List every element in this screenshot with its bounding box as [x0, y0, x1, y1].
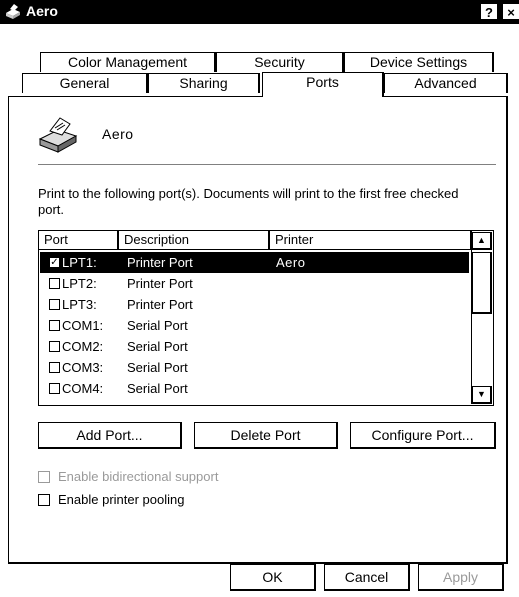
printer-icon	[6, 4, 20, 19]
bidirectional-label: Enable bidirectional support	[58, 469, 219, 484]
port-description: Serial Port	[127, 360, 188, 375]
table-row[interactable]: LPT2: Printer Port	[40, 273, 469, 294]
port-name: LPT2:	[62, 276, 97, 291]
port-checkbox[interactable]	[49, 278, 60, 289]
printer-large-icon	[38, 117, 78, 153]
table-row[interactable]: COM3: Serial Port	[40, 357, 469, 378]
port-description: Printer Port	[127, 255, 193, 270]
column-header-printer[interactable]: Printer	[270, 231, 472, 250]
table-row[interactable]: COM4: Serial Port	[40, 378, 469, 399]
port-name: COM2:	[62, 339, 104, 354]
title-bar[interactable]: Aero ? ×	[0, 0, 519, 24]
port-description: Printer Port	[127, 297, 193, 312]
delete-port-button[interactable]: Delete Port	[194, 422, 338, 449]
vertical-scrollbar[interactable]: ▲ ▼	[471, 232, 492, 404]
port-name: COM3:	[62, 360, 104, 375]
port-checkbox[interactable]	[49, 341, 60, 352]
port-description: Serial Port	[127, 339, 188, 354]
port-checkbox[interactable]	[49, 383, 60, 394]
scroll-up-button[interactable]: ▲	[472, 232, 492, 250]
help-button[interactable]: ?	[480, 3, 498, 20]
table-row[interactable]: ✓ LPT1: Printer Port Aero	[40, 252, 469, 273]
close-button[interactable]: ×	[502, 3, 519, 20]
port-description: Serial Port	[127, 318, 188, 333]
bidirectional-checkbox[interactable]	[38, 471, 50, 483]
ports-description: Print to the following port(s). Document…	[38, 186, 459, 217]
port-checkbox[interactable]	[49, 299, 60, 310]
configure-port-button[interactable]: Configure Port...	[350, 422, 496, 449]
port-description: Serial Port	[127, 381, 188, 396]
port-description: Printer Port	[127, 276, 193, 291]
scroll-down-button[interactable]: ▼	[472, 386, 492, 404]
port-printer: Aero	[276, 255, 306, 270]
scroll-thumb[interactable]	[472, 252, 492, 314]
window-title: Aero	[26, 3, 58, 19]
column-header-description[interactable]: Description	[119, 231, 270, 250]
column-header-port[interactable]: Port	[39, 231, 119, 250]
port-name: COM4:	[62, 381, 104, 396]
tab-sharing[interactable]: Sharing	[148, 73, 260, 93]
printer-pooling-label: Enable printer pooling	[58, 492, 185, 507]
printer-pooling-checkbox[interactable]	[38, 494, 50, 506]
apply-button[interactable]: Apply	[418, 564, 504, 591]
port-name: COM1:	[62, 318, 104, 333]
port-checkbox[interactable]: ✓	[49, 257, 60, 268]
table-row[interactable]: LPT3: Printer Port	[40, 294, 469, 315]
active-tab-gap	[263, 96, 382, 97]
separator	[38, 164, 496, 165]
table-row[interactable]: COM2: Serial Port	[40, 336, 469, 357]
tab-color-management[interactable]: Color Management	[40, 52, 216, 72]
table-row[interactable]: COM1: Serial Port	[40, 315, 469, 336]
tab-advanced[interactable]: Advanced	[384, 73, 508, 93]
add-port-button[interactable]: Add Port...	[38, 422, 182, 449]
tab-general[interactable]: General	[22, 73, 148, 93]
port-name: LPT1:	[62, 255, 97, 270]
printer-name: Aero	[102, 126, 134, 142]
tab-ports[interactable]: Ports	[262, 72, 384, 97]
port-checkbox[interactable]	[49, 320, 60, 331]
tab-security[interactable]: Security	[216, 52, 344, 72]
port-checkbox[interactable]	[49, 362, 60, 373]
cancel-button[interactable]: Cancel	[324, 564, 410, 591]
port-name: LPT3:	[62, 297, 97, 312]
ports-list[interactable]: Port Description Printer ✓ LPT1: Printer P…	[38, 230, 494, 406]
printer-properties-dialog: Aero ? × Color Management Security Devic…	[0, 0, 519, 597]
tab-device-settings[interactable]: Device Settings	[344, 52, 494, 72]
ok-button[interactable]: OK	[230, 564, 316, 591]
